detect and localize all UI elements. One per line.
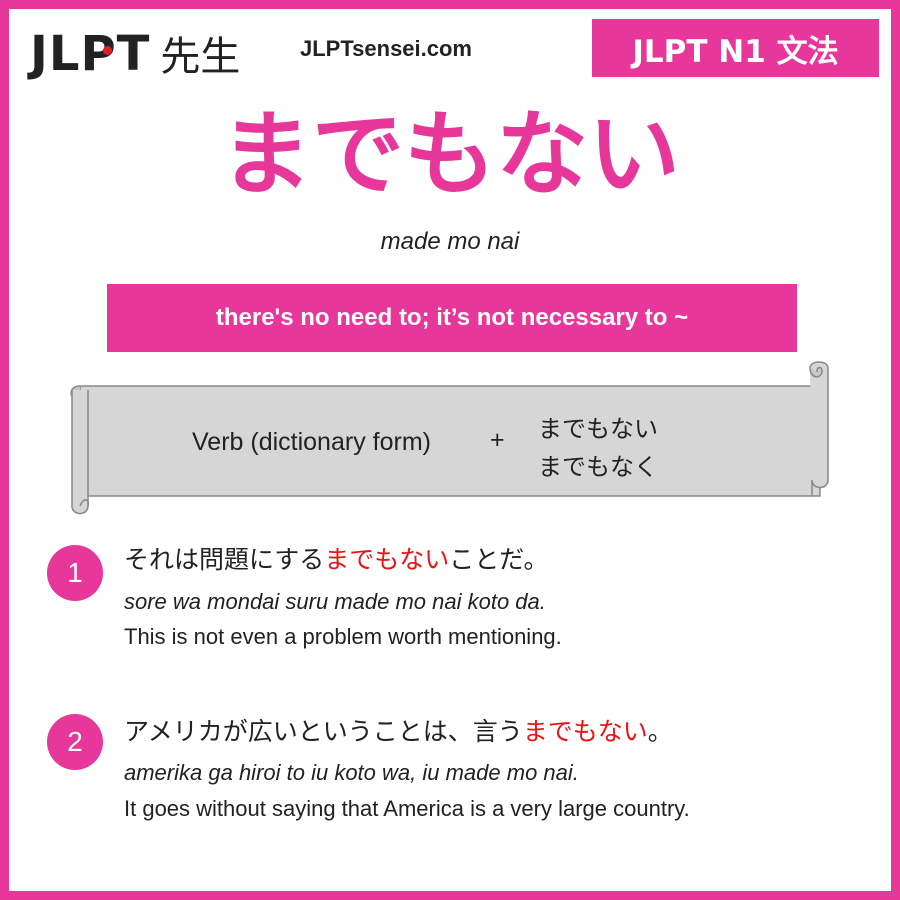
grammar-title: までもない	[219, 101, 680, 208]
meaning-banner: there's no need to; it’s not necessary t…	[107, 284, 797, 352]
formula-form: までもなく	[538, 453, 658, 481]
jp-text: それは問題にする	[124, 545, 325, 574]
example-number-badge: 1	[47, 545, 103, 601]
jp-text: ことだ。	[449, 545, 549, 574]
level-badge: JLPT N1 文法	[592, 19, 879, 77]
logo-dot-icon	[103, 46, 112, 55]
example-japanese: アメリカが広いということは、言うまでもない。	[124, 712, 673, 748]
logo-kanji: 先生	[160, 34, 241, 80]
example-english: This is not even a problem worth mention…	[124, 624, 562, 649]
jp-text: アメリカが広いということは、言う	[124, 717, 523, 746]
logo: JLPT 先生	[30, 24, 240, 84]
example-english: It goes without saying that America is a…	[124, 796, 690, 821]
grammar-romaji: made mo nai	[380, 228, 520, 255]
example-japanese: それは問題にするまでもないことだ。	[124, 540, 549, 576]
formula-form: までもない	[538, 415, 658, 443]
formula-forms: までもない までもなく	[538, 410, 658, 486]
jp-highlight: までもない	[324, 545, 450, 574]
example-romaji: amerika ga hiroi to iu koto wa, iu made …	[124, 760, 579, 785]
example-number-badge: 2	[47, 714, 103, 770]
logo-text: JLPT	[30, 26, 151, 82]
example-romaji: sore wa mondai suru made mo nai koto da.	[124, 589, 546, 614]
formula-verb: Verb (dictionary form)	[192, 428, 431, 456]
jp-text: 。	[647, 717, 673, 746]
site-url: JLPTsensei.com	[300, 36, 472, 61]
jp-highlight: までもない	[522, 717, 648, 746]
formula: Verb (dictionary form) + までもない までもなく	[0, 405, 900, 495]
formula-plus: +	[490, 426, 505, 454]
